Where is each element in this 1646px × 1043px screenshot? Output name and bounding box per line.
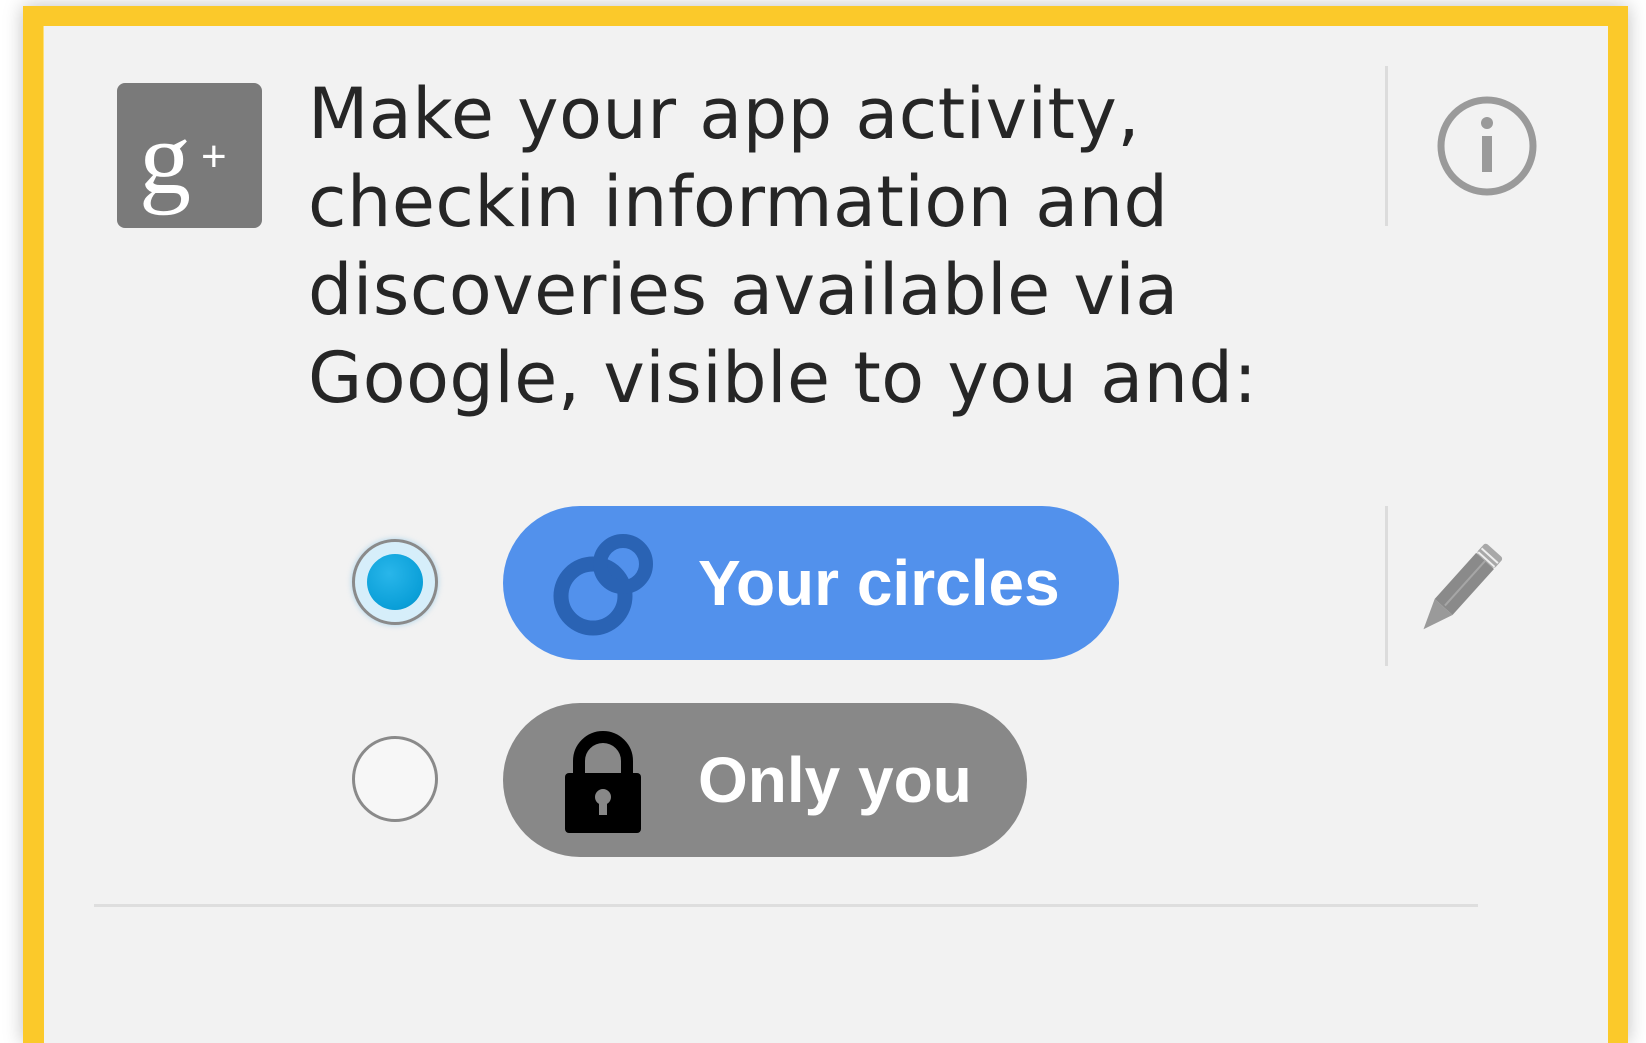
sharing-message: Make your app activity, checkin informat… (308, 73, 1258, 419)
lock-icon (551, 725, 661, 835)
only-you-chip[interactable]: Only you (503, 703, 1027, 857)
edit-divider (1385, 506, 1388, 666)
bottom-divider (94, 904, 1478, 907)
svg-text:+: + (201, 132, 227, 181)
info-icon[interactable] (1427, 86, 1547, 206)
radio-selected-dot (367, 554, 423, 610)
pencil-icon[interactable] (1410, 524, 1525, 639)
only-you-label: Only you (698, 744, 972, 816)
radio-only-you[interactable] (352, 736, 438, 822)
your-circles-label: Your circles (698, 547, 1060, 619)
radio-your-circles[interactable] (352, 539, 438, 625)
circles-icon (551, 528, 661, 638)
header-divider (1385, 66, 1388, 226)
google-plus-icon: g + (117, 83, 262, 228)
svg-text:g: g (139, 101, 191, 216)
sharing-card: g + Make your app activity, checkin info… (44, 26, 1608, 1043)
your-circles-chip[interactable]: Your circles (503, 506, 1119, 660)
